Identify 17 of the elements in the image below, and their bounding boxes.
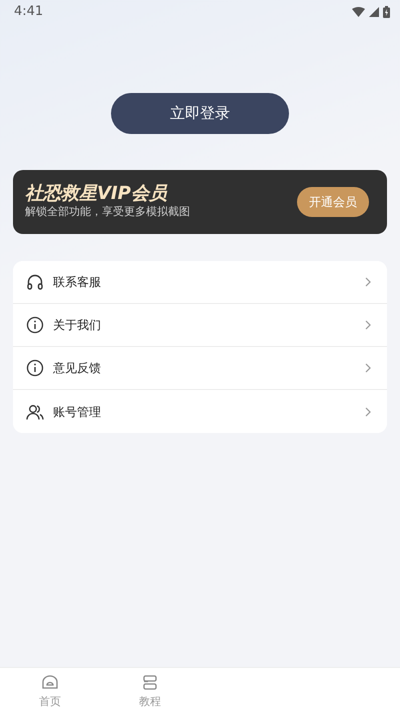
vip-subtitle: 解锁全部功能，享受更多模拟截图 (25, 204, 190, 220)
chevron-right-icon (365, 363, 371, 373)
headset-icon (26, 273, 44, 291)
signal-icon (369, 7, 379, 17)
users-icon (26, 402, 44, 420)
vip-title: 社恐救星VIP会员 (25, 184, 168, 204)
login-button[interactable]: 立即登录 (111, 93, 289, 134)
status-time: 4:41 (14, 3, 44, 22)
chevron-right-icon (365, 406, 371, 416)
stacked-panels-icon (141, 674, 159, 691)
wifi-icon (352, 7, 365, 17)
battery-icon (383, 6, 390, 18)
info-icon (26, 359, 44, 377)
chevron-right-icon (365, 277, 371, 287)
chevron-right-icon (365, 320, 371, 330)
home-icon (41, 674, 59, 691)
info-icon (26, 316, 44, 334)
